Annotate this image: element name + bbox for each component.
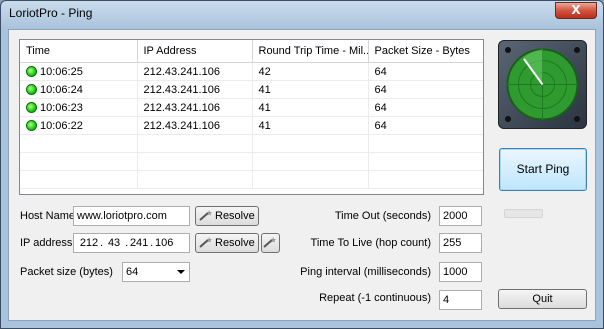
ip-octet-4[interactable]: 106 [153, 234, 175, 252]
table-header-row: Time IP Address Round Trip Time - Mil...… [20, 40, 483, 63]
window-title: LoriotPro - Ping [9, 6, 93, 20]
table-row[interactable]: 10:06:24 212.43.241.106 41 64 [20, 80, 483, 99]
wand-icon [199, 237, 212, 248]
timeout-input[interactable]: 2000 [439, 206, 482, 226]
cell-time: 10:06:25 [40, 65, 83, 78]
close-icon: X [571, 3, 581, 17]
empty-row [20, 134, 483, 153]
cell-size: 64 [368, 98, 483, 117]
wand-icon [263, 237, 276, 248]
ip-address-input[interactable]: 212. 43. 241. 106 [73, 233, 190, 253]
cell-size: 64 [368, 116, 483, 135]
table-row[interactable]: 10:06:23 212.43.241.106 41 64 [20, 98, 483, 117]
ip-octet-2[interactable]: 43 [103, 234, 125, 252]
cell-time: 10:06:23 [40, 101, 83, 114]
cell-ip: 212.43.241.106 [137, 116, 253, 135]
cell-rtt: 41 [252, 98, 369, 117]
radar-icon [498, 40, 587, 129]
cell-rtt: 41 [252, 80, 369, 99]
cell-time: 10:06:22 [40, 119, 83, 132]
cell-size: 64 [368, 62, 483, 81]
resolve-host-button[interactable]: Resolve [195, 206, 259, 226]
cell-ip: 212.43.241.106 [137, 80, 253, 99]
ping-window: LoriotPro - Ping X Time IP Address Round… [0, 0, 604, 329]
table-row[interactable]: 10:06:25 212.43.241.106 42 64 [20, 62, 483, 81]
ip-address-label: IP address [20, 237, 73, 249]
resolve-ip-button[interactable]: Resolve [195, 233, 259, 253]
quit-button[interactable]: Quit [498, 289, 587, 309]
ping-progress-indicator [504, 209, 543, 218]
timeout-label: Time Out (seconds) [334, 210, 431, 222]
ping-results-list[interactable]: Time IP Address Round Trip Time - Mil...… [19, 39, 484, 195]
wand-icon [199, 210, 212, 221]
ping-interval-input[interactable]: 1000 [439, 262, 482, 282]
packet-size-label: Packet size (bytes) [20, 266, 113, 278]
repeat-label: Repeat (-1 continuous) [319, 292, 431, 304]
ping-interval-label: Ping interval (milliseconds) [300, 266, 431, 278]
empty-row [20, 170, 483, 189]
title-bar[interactable]: LoriotPro - Ping X [1, 1, 603, 25]
client-area: Time IP Address Round Trip Time - Mil...… [8, 29, 596, 321]
status-ok-icon [26, 65, 37, 77]
repeat-input[interactable]: 4 [439, 290, 482, 310]
resolve-host-label: Resolve [215, 210, 255, 222]
column-header-time[interactable]: Time [20, 40, 138, 63]
ip-octet-1[interactable]: 212 [78, 234, 100, 252]
host-name-input[interactable]: www.loriotpro.com [73, 206, 190, 226]
cell-rtt: 41 [252, 116, 369, 135]
resolve-extra-button[interactable] [261, 233, 280, 253]
ttl-input[interactable]: 255 [439, 233, 482, 253]
cell-ip: 212.43.241.106 [137, 98, 253, 117]
packet-size-value: 64 [126, 266, 139, 278]
close-button[interactable]: X [555, 2, 597, 19]
table-row[interactable]: 10:06:22 212.43.241.106 41 64 [20, 116, 483, 135]
cell-time: 10:06:24 [40, 83, 83, 96]
resolve-ip-label: Resolve [215, 237, 255, 249]
ttl-label: Time To Live (hop count) [310, 237, 431, 249]
cell-rtt: 42 [252, 62, 369, 81]
host-name-label: Host Name [20, 210, 76, 222]
cell-size: 64 [368, 80, 483, 99]
empty-row [20, 152, 483, 171]
chevron-down-icon [177, 270, 185, 274]
ping-results-table: Time IP Address Round Trip Time - Mil...… [20, 40, 483, 189]
packet-size-select[interactable]: 64 [122, 262, 190, 282]
cell-ip: 212.43.241.106 [137, 62, 253, 81]
column-header-ip-address[interactable]: IP Address [137, 40, 253, 63]
column-header-round-trip-time[interactable]: Round Trip Time - Mil... [252, 40, 369, 63]
column-header-packet-size[interactable]: Packet Size - Bytes [368, 40, 483, 63]
status-ok-icon [26, 101, 37, 113]
status-ok-icon [26, 119, 37, 131]
status-ok-icon [26, 83, 37, 95]
ip-octet-3[interactable]: 241 [128, 234, 150, 252]
start-ping-button[interactable]: Start Ping [499, 148, 587, 191]
